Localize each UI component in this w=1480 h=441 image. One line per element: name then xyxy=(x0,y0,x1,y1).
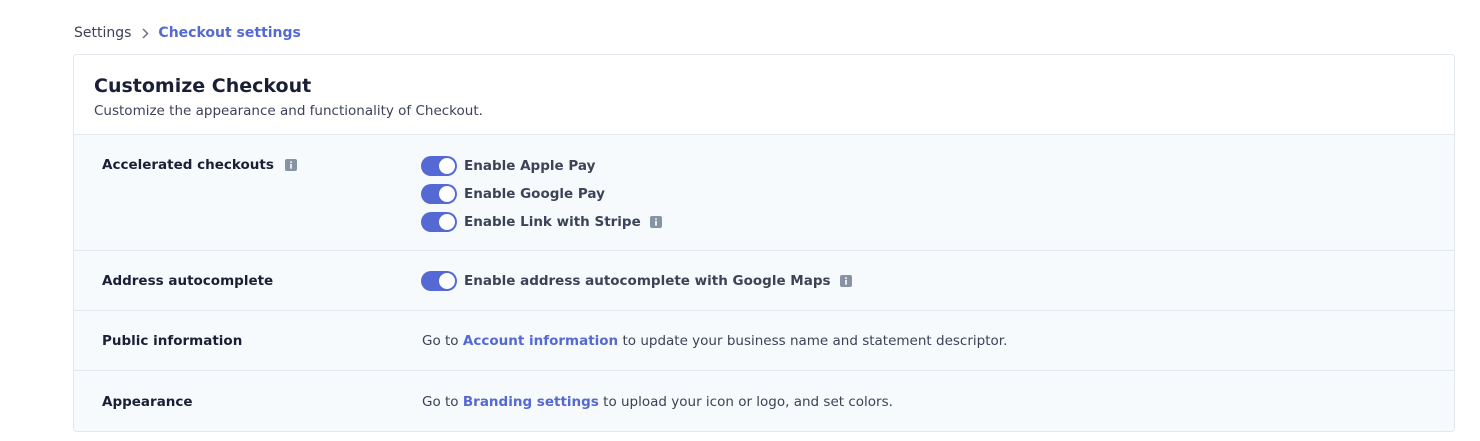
row-label-accelerated-checkouts: Accelerated checkouts xyxy=(102,156,421,250)
breadcrumb-settings-link[interactable]: Settings xyxy=(74,24,131,42)
address-autocomplete-toggle-label: Enable address autocomplete with Google … xyxy=(464,272,831,289)
row-label-text: Public information xyxy=(102,332,243,349)
info-icon[interactable] xyxy=(284,159,297,171)
toggle-line-apple-pay: Enable Apple Pay xyxy=(421,156,662,176)
toggle-knob xyxy=(439,158,455,174)
toggle-knob xyxy=(439,214,455,230)
toggle-line-address-autocomplete: Enable address autocomplete with Google … xyxy=(421,270,852,291)
row-label-address-autocomplete: Address autocomplete xyxy=(102,272,421,290)
row-appearance: Appearance Go to Branding settings to up… xyxy=(74,371,1454,431)
link-with-stripe-toggle-label: Enable Link with Stripe xyxy=(464,214,641,230)
row-label-text: Accelerated checkouts xyxy=(102,157,274,173)
info-icon[interactable] xyxy=(839,274,852,287)
account-information-link[interactable]: Account information xyxy=(463,333,618,349)
google-pay-toggle-label: Enable Google Pay xyxy=(464,186,605,202)
row-label-appearance: Appearance xyxy=(102,393,421,411)
description-suffix: to update your business name and stateme… xyxy=(622,332,1008,349)
toggle-knob xyxy=(439,186,455,202)
toggle-line-link-with-stripe: Enable Link with Stripe xyxy=(421,212,662,232)
card-subtitle: Customize the appearance and functionali… xyxy=(94,103,483,119)
breadcrumb-current: Checkout settings xyxy=(158,25,301,41)
row-public-information: Public information Go to Account informa… xyxy=(74,311,1454,371)
chevron-right-icon xyxy=(142,27,149,39)
accelerated-checkouts-toggles: Enable Apple Pay Enable Google Pay Enabl… xyxy=(421,156,662,250)
public-information-description: Go to Account information to update your… xyxy=(421,332,1007,350)
apple-pay-toggle-label: Enable Apple Pay xyxy=(464,158,596,174)
google-pay-toggle[interactable] xyxy=(421,184,457,204)
toggle-knob xyxy=(439,272,455,289)
row-accelerated-checkouts: Accelerated checkouts Enable Apple Pay E… xyxy=(74,135,1454,251)
toggle-line-google-pay: Enable Google Pay xyxy=(421,184,662,204)
address-autocomplete-toggle[interactable] xyxy=(421,270,457,291)
address-autocomplete-toggles: Enable address autocomplete with Google … xyxy=(421,270,852,291)
card-header: Customize Checkout Customize the appeara… xyxy=(74,55,1454,135)
customize-checkout-card: Customize Checkout Customize the appeara… xyxy=(73,54,1455,432)
row-address-autocomplete: Address autocomplete Enable address auto… xyxy=(74,251,1454,311)
description-prefix: Go to xyxy=(422,393,459,410)
appearance-description: Go to Branding settings to upload your i… xyxy=(421,393,893,411)
breadcrumb: Settings Checkout settings xyxy=(74,24,301,42)
branding-settings-link[interactable]: Branding settings xyxy=(463,394,599,410)
row-label-public-information: Public information xyxy=(102,332,421,350)
description-suffix: to upload your icon or logo, and set col… xyxy=(603,393,893,410)
apple-pay-toggle[interactable] xyxy=(421,156,457,176)
info-icon[interactable] xyxy=(649,216,662,228)
row-label-text: Address autocomplete xyxy=(102,272,274,289)
card-title: Customize Checkout xyxy=(94,75,312,97)
row-label-text: Appearance xyxy=(102,393,193,410)
link-with-stripe-toggle[interactable] xyxy=(421,212,457,232)
description-prefix: Go to xyxy=(422,332,459,349)
